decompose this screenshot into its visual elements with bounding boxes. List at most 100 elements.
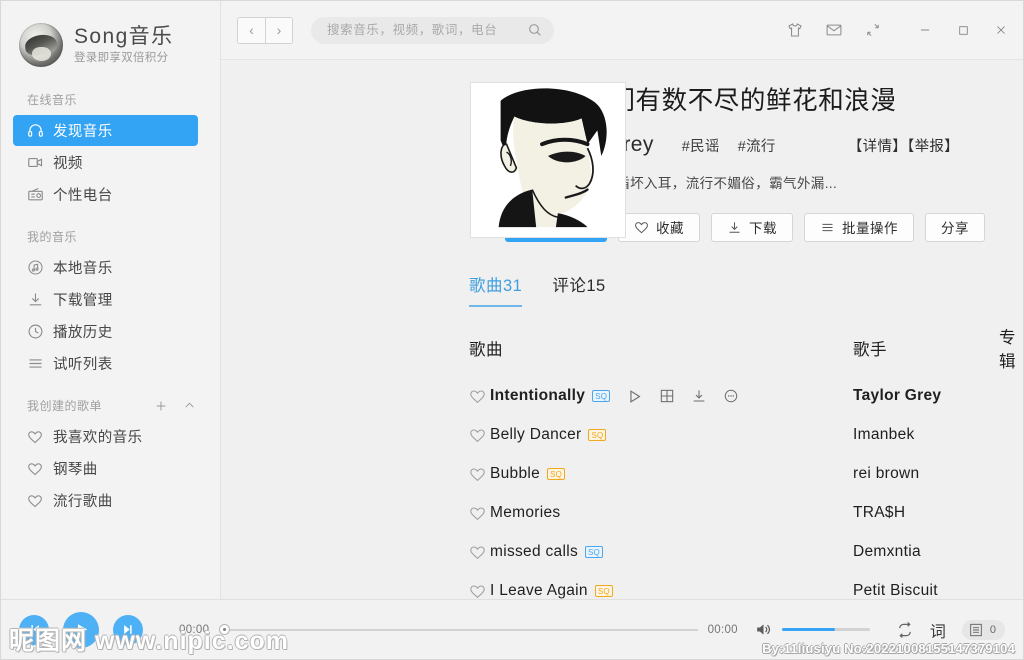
sidebar-item-radio[interactable]: 个性电台 [13, 179, 198, 210]
sidebar-item-discover[interactable]: 发现音乐 [13, 115, 198, 146]
download-icon [26, 291, 44, 309]
progress-track[interactable] [230, 628, 698, 631]
user-avatar[interactable] [19, 23, 63, 67]
artist-cell[interactable]: Demxntia [853, 543, 999, 561]
sidebar-item-video[interactable]: 视频 [13, 147, 198, 178]
tab-songs[interactable]: 歌曲31 [469, 272, 523, 307]
sidebar-item-favorite-music[interactable]: 我喜欢的音乐 [13, 421, 198, 452]
player-right-controls: 词 0 [738, 618, 1005, 642]
table-row[interactable]: Bubble SQ rei brown Bubble [469, 455, 999, 494]
progress-handle[interactable] [219, 624, 231, 635]
song-title[interactable]: I Leave Again [490, 582, 588, 599]
previous-track-button[interactable] [19, 614, 49, 645]
song-cell: missed calls SQ [469, 543, 853, 561]
detail-report-links[interactable]: 【详情】【举报】 [848, 135, 999, 156]
back-button[interactable]: ‹ [238, 17, 265, 43]
clock-icon [26, 323, 44, 341]
heart-icon[interactable] [469, 583, 486, 599]
plus-icon[interactable] [154, 399, 168, 413]
tag-folk[interactable]: #民谣 [682, 135, 720, 156]
volume-slider[interactable] [781, 628, 870, 631]
brand-header[interactable]: Song音乐 登录即享双倍积分 [1, 17, 220, 73]
sidebar-item-download-manager[interactable]: 下载管理 [13, 284, 198, 315]
table-row[interactable]: Memories TRA$H Memories [469, 494, 999, 533]
search-icon[interactable] [527, 22, 543, 38]
forward-button[interactable]: › [265, 17, 292, 43]
song-title[interactable]: Bubble [490, 465, 540, 483]
table-row[interactable]: Intentionally SQ Taylor Grey [469, 377, 999, 416]
brand-text: Song音乐 登录即享双倍积分 [74, 25, 173, 65]
song-title[interactable]: Memories [490, 504, 560, 522]
sidebar-item-piano[interactable]: 钢琴曲 [13, 453, 198, 484]
queue-icon [968, 622, 984, 638]
song-title[interactable]: Intentionally [490, 387, 585, 405]
share-button[interactable]: 分享 [925, 212, 985, 242]
playlist-queue-button[interactable]: 0 [961, 619, 1005, 640]
play-icon[interactable] [626, 388, 643, 405]
quality-badge: SQ [585, 546, 603, 559]
mini-mode-icon[interactable] [863, 20, 883, 40]
skin-icon[interactable] [785, 20, 805, 40]
main-area: ‹ › 搜索音乐，视频，歌词，电台 那就祝我们有数不尽的鲜花和浪漫 Grey #… [221, 1, 1023, 599]
tab-comments[interactable]: 评论15 [552, 272, 605, 307]
add-to-playlist-icon[interactable] [659, 388, 675, 404]
sidebar-item-label: 钢琴曲 [53, 462, 98, 478]
play-button[interactable] [63, 611, 99, 648]
heart-icon[interactable] [469, 388, 486, 405]
sidebar-nav: 在线音乐 发现音乐 视频 个性电台 我的音乐 本地音乐 下载管理 播放历史 试听… [1, 73, 220, 599]
mail-icon[interactable] [824, 20, 844, 40]
content-pane: 那就祝我们有数不尽的鲜花和浪漫 Grey #民谣 #流行 【详情】【举报】 英伦… [221, 60, 1023, 599]
login-prompt[interactable]: 登录即享双倍积分 [74, 52, 173, 65]
download-button[interactable]: 下载 [711, 212, 793, 242]
table-row[interactable]: Belly Dancer SQ Imanbek Belly Dancer [469, 416, 999, 455]
close-button[interactable] [993, 22, 1009, 38]
list-icon [26, 355, 44, 373]
search-box[interactable] [311, 16, 554, 44]
artist-cell[interactable]: rei brown [853, 465, 999, 483]
download-icon[interactable] [691, 388, 707, 404]
batch-operation-button[interactable]: 批量操作 [804, 212, 914, 242]
button-label: 分享 [941, 221, 969, 237]
song-title[interactable]: Belly Dancer [490, 426, 581, 444]
minimize-button[interactable] [917, 22, 933, 38]
sidebar-item-local-music[interactable]: 本地音乐 [13, 252, 198, 283]
heart-icon [26, 428, 44, 446]
album-cover[interactable] [470, 82, 626, 238]
song-list: 歌曲 歌手 专辑 Intentionally SQ Taylor Grey Be… [221, 324, 1023, 599]
repeat-icon[interactable] [896, 621, 914, 639]
heart-icon [26, 460, 44, 478]
tag-pop[interactable]: #流行 [738, 135, 776, 156]
heart-icon[interactable] [469, 505, 486, 522]
lyrics-button[interactable]: 词 [930, 618, 946, 642]
app-title: Song音乐 [74, 24, 174, 48]
progress-slider[interactable] [219, 624, 698, 635]
sidebar-item-label: 我喜欢的音乐 [53, 430, 143, 446]
sidebar-item-label: 播放历史 [53, 325, 113, 341]
sidebar-item-play-history[interactable]: 播放历史 [13, 316, 198, 347]
chevron-up-icon[interactable] [182, 399, 196, 413]
volume-icon[interactable] [754, 620, 773, 639]
favorite-button[interactable]: 收藏 [618, 212, 700, 242]
maximize-button[interactable] [955, 22, 971, 38]
table-row[interactable]: I Leave Again SQ Petit Biscuit I Leave A… [469, 572, 999, 599]
table-row[interactable]: missed calls SQ Demxntia missed calls [469, 533, 999, 572]
heart-icon[interactable] [469, 427, 486, 444]
artist-cell[interactable]: Taylor Grey [853, 387, 999, 405]
sidebar-item-label: 本地音乐 [53, 261, 113, 277]
heart-icon[interactable] [469, 544, 486, 561]
artist-cell[interactable]: Petit Biscuit [853, 582, 999, 599]
song-title[interactable]: missed calls [490, 543, 578, 561]
heart-icon[interactable] [469, 466, 486, 483]
song-cell: Intentionally SQ [469, 387, 853, 405]
sidebar-item-label: 视频 [53, 156, 83, 172]
sidebar-item-label: 下载管理 [53, 293, 113, 309]
next-track-button[interactable] [113, 614, 143, 645]
sidebar-item-audition-list[interactable]: 试听列表 [13, 348, 198, 379]
search-input[interactable] [327, 23, 527, 37]
sidebar-item-pop-songs[interactable]: 流行歌曲 [13, 485, 198, 516]
artist-cell[interactable]: TRA$H [853, 504, 999, 522]
artist-cell[interactable]: Imanbek [853, 426, 999, 444]
more-icon[interactable] [723, 388, 739, 404]
heart-icon [634, 220, 649, 235]
